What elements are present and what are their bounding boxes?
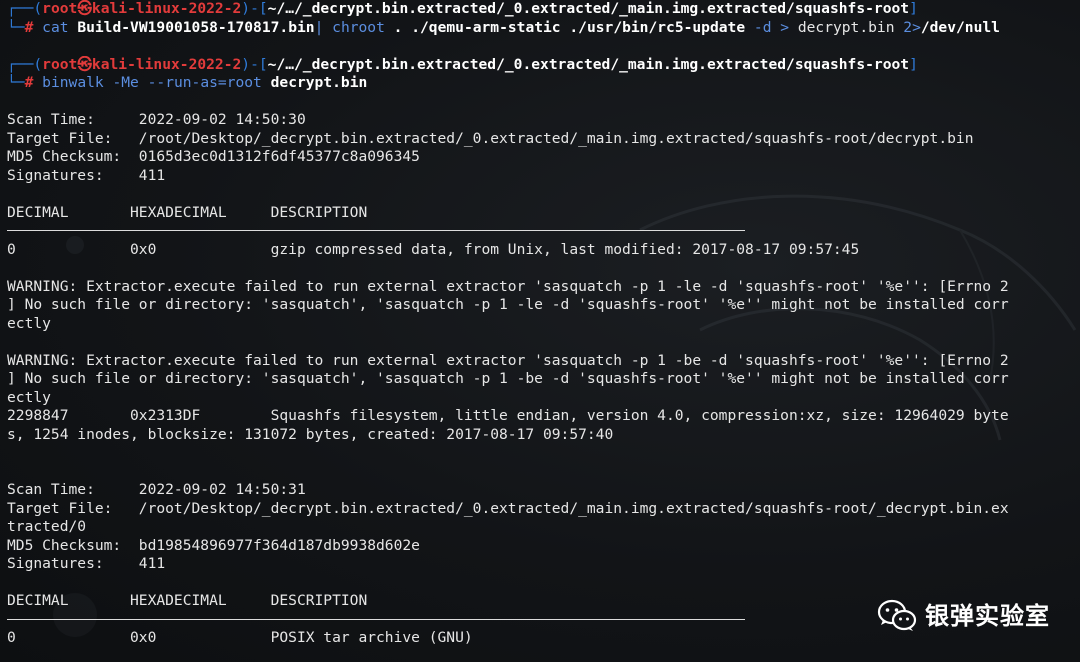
- warning-line: ] No such file or directory: 'sasquatch'…: [7, 296, 1009, 313]
- prompt-user: root: [42, 0, 78, 17]
- command-name: cat: [42, 18, 69, 36]
- prompt-line: ┌──(root㉿kali-linux-2022-2)-[~/…/_decryp…: [7, 55, 918, 73]
- table-row: 0 0x0 gzip compressed data, from Unix, l…: [7, 240, 860, 258]
- command-file: Build-VW19001058-170817.bin: [77, 18, 315, 36]
- table-header-rule: [7, 230, 745, 231]
- prompt-line: ┌──(root㉿kali-linux-2022-2)-[~/…/_decryp…: [7, 0, 918, 17]
- command-options: -Me --run-as=root: [103, 74, 271, 91]
- command-target: decrypt.bin: [270, 74, 368, 91]
- chroot-command: chroot: [332, 18, 385, 36]
- target-file: Target File: /root/Desktop/_decrypt.bin.…: [7, 499, 1009, 517]
- scan-time: Scan Time: 2022-09-02 14:50:30: [7, 111, 306, 128]
- output-file: decrypt.bin: [797, 18, 895, 36]
- prompt-host: kali-linux-2022-2: [91, 0, 242, 17]
- target-file: tracted/0: [7, 518, 87, 535]
- scan-time: Scan Time: 2022-09-02 14:50:31: [7, 481, 306, 498]
- redirect-out: >: [771, 18, 798, 36]
- md5-checksum: MD5 Checksum: 0165d3ec0d1312f6df45377c8a…: [7, 148, 420, 165]
- command-option: -d: [753, 18, 772, 36]
- signatures: Signatures: 411: [7, 555, 166, 572]
- redirect-err: 2>: [894, 18, 921, 36]
- table-header-rule: [7, 619, 745, 620]
- terminal-window[interactable]: ┌──(root㉿kali-linux-2022-2)-[~/…/_decryp…: [0, 0, 1080, 662]
- warning-line: WARNING: Extractor.execute failed to run…: [7, 277, 1009, 295]
- wechat-icon: [877, 599, 917, 631]
- pipe-symbol: |: [314, 18, 324, 36]
- chroot-args: . ./qemu-arm-static ./usr/bin/rc5-update: [384, 18, 754, 36]
- watermark-text: 银弹实验室: [925, 601, 1050, 630]
- prompt-path: ~/…/_decrypt.bin.extracted/_0.extracted/…: [267, 0, 910, 17]
- prompt-path: ~/…/_decrypt.bin.extracted/_0.extracted/…: [267, 55, 910, 73]
- md5-checksum: MD5 Checksum: bd19854896977f364d187db993…: [7, 536, 420, 554]
- command-line[interactable]: └─# binwalk -Me --run-as=root decrypt.bi…: [7, 74, 1075, 93]
- command-line[interactable]: └─# cat Build-VW19001058-170817.bin| chr…: [7, 19, 1075, 38]
- watermark: 银弹实验室: [877, 598, 1050, 634]
- command-name: binwalk: [42, 74, 104, 91]
- prompt-host: kali-linux-2022-2: [91, 55, 242, 73]
- table-row: 2298847 0x2313DF Squashfs filesystem, li…: [7, 407, 1009, 424]
- signatures: Signatures: 411: [7, 166, 166, 184]
- target-file: Target File: /root/Desktop/_decrypt.bin.…: [7, 129, 974, 147]
- warning-line: ectly: [7, 314, 51, 332]
- table-row: s, 1254 inodes, blocksize: 131072 bytes,…: [7, 425, 614, 443]
- table-header: DECIMAL HEXADECIMAL DESCRIPTION: [7, 203, 368, 221]
- null-device: /dev/null: [920, 18, 1000, 36]
- warning-line: ectly: [7, 388, 51, 406]
- prompt-user: root: [42, 55, 78, 73]
- warning-line: WARNING: Extractor.execute failed to run…: [7, 351, 1009, 369]
- warning-line: ] No such file or directory: 'sasquatch'…: [7, 370, 1009, 387]
